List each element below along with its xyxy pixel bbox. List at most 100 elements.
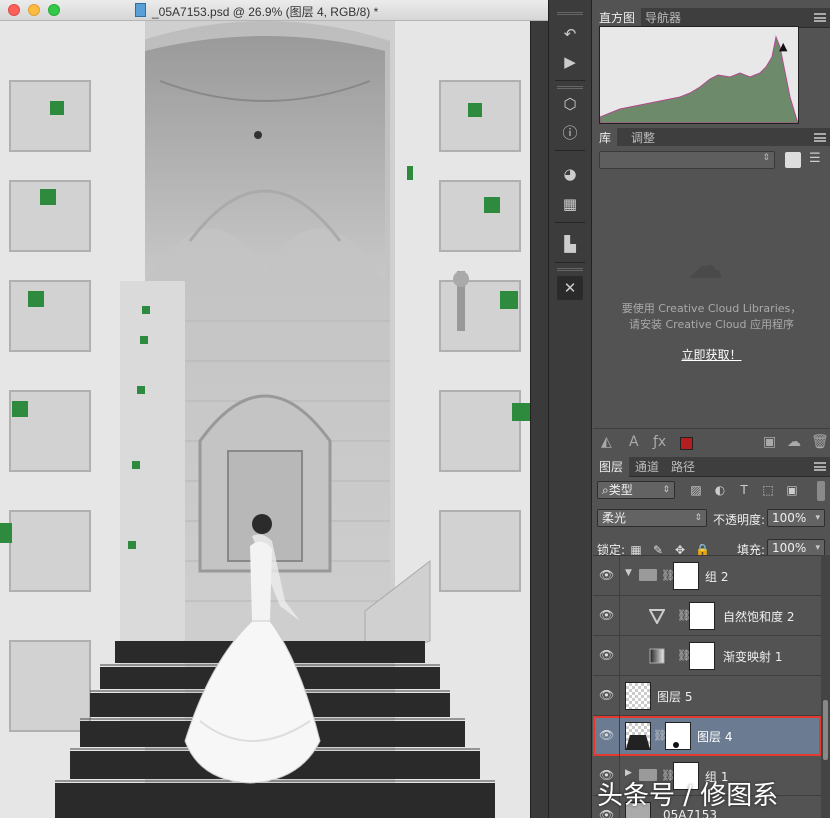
palette-icon[interactable]: ◕ (557, 162, 583, 186)
chevron-down-icon: ▾ (815, 513, 820, 523)
photo-canvas[interactable] (0, 21, 530, 818)
search-icon: ⌕ (602, 483, 609, 497)
filter-adjustment-icon[interactable]: ◐ (713, 483, 727, 497)
histogram-graph (599, 26, 799, 124)
grid-swatches-icon[interactable]: ▦ (557, 192, 583, 216)
dock-grip[interactable] (557, 12, 583, 15)
grid-view-icon[interactable] (785, 152, 801, 168)
dock-grip[interactable] (557, 86, 583, 89)
library-body: ⇕ ☰ ☁ 要使用 Creative Cloud Libraries， 请安装 … (593, 146, 830, 428)
tools-crossed-icon[interactable]: ✕ (557, 276, 583, 300)
visibility-eye-icon[interactable]: 👁 (599, 689, 614, 701)
chevron-down-icon: ▾ (815, 543, 820, 553)
layer-filter-label: 类型 (608, 483, 633, 497)
mask-thumbnail[interactable] (673, 562, 699, 590)
title-bar: _05A7153.psd @ 26.9% (图层 4, RGB/8) * (0, 0, 548, 21)
watermark-text: 头条号 / 修图系 (597, 781, 779, 811)
tab-paths[interactable]: 路径 (665, 457, 701, 477)
filter-toggle[interactable] (817, 481, 825, 501)
creative-cloud-icon: ☁ (687, 246, 723, 287)
vibrance-adjustment-icon (648, 608, 673, 632)
opacity-field[interactable]: 100% ▾ (767, 509, 825, 527)
filter-shape-icon[interactable]: ⬚ (761, 483, 775, 497)
stock-icon[interactable]: ▣ (763, 434, 776, 450)
expand-triangle-icon[interactable]: ▼ (625, 568, 632, 578)
trash-icon[interactable]: 🗑 (811, 434, 829, 450)
layers-panel-menu-icon[interactable] (814, 462, 826, 471)
cc-message-line2: 请安装 Creative Cloud 应用程序 (628, 318, 795, 331)
layer-row-layer4[interactable]: 👁 ⛓ 图层 4 (593, 716, 821, 756)
mask-thumbnail[interactable] (689, 642, 715, 670)
add-text-icon[interactable]: A (629, 434, 639, 450)
layer-name: 图层 5 (657, 690, 693, 704)
minimize-window-button[interactable] (28, 4, 40, 16)
layers-scrollbar[interactable] (821, 555, 830, 818)
layer-row-group2[interactable]: 👁 ▼ ⛓ 组 2 (593, 556, 821, 596)
library-tabbar: 库 调整 (593, 128, 830, 148)
document-window: _05A7153.psd @ 26.9% (图层 4, RGB/8) * (0, 0, 548, 818)
wedding-photo (0, 21, 530, 818)
cc-message-line1: 要使用 Creative Cloud Libraries， (621, 302, 802, 315)
photoshop-window: _05A7153.psd @ 26.9% (图层 4, RGB/8) * ↶ ▶… (0, 0, 830, 818)
layers-tabbar: 图层 通道 路径 (593, 457, 830, 477)
histogram-panel-menu-icon[interactable] (814, 13, 826, 22)
blend-mode-select[interactable]: 柔光 ⇕ (597, 509, 707, 527)
cc-sync-icon[interactable]: ☁ (787, 434, 801, 450)
layers-scrollbar-thumb[interactable] (823, 700, 828, 760)
visibility-eye-icon[interactable]: 👁 (599, 649, 614, 661)
filter-smart-object-icon[interactable]: ▣ (785, 483, 799, 497)
visibility-eye-icon[interactable]: 👁 (599, 609, 614, 621)
canvas-scrollbar[interactable] (530, 21, 548, 818)
histogram-tabbar: 直方图 导航器 (593, 8, 830, 28)
tab-histogram[interactable]: 直方图 (593, 8, 642, 28)
tab-navigator[interactable]: 导航器 (639, 8, 687, 28)
cache-warning-icon[interactable]: ▲ (779, 40, 787, 53)
tab-libraries[interactable]: 库 (593, 128, 618, 148)
layer-row-vibrance[interactable]: 👁 ⛓ 自然饱和度 2 (593, 596, 821, 636)
chevron-updown-icon: ⇕ (694, 513, 702, 523)
visibility-eye-icon[interactable]: 👁 (599, 729, 614, 741)
get-it-now-link[interactable]: 立即获取！ (593, 346, 830, 363)
tab-adjustments[interactable]: 调整 (625, 128, 661, 148)
add-graphic-icon[interactable]: ◭ (601, 434, 612, 450)
3d-cube-icon[interactable]: ⬡ (557, 92, 583, 116)
library-footer: ◭ A ƒx ▣ ☁ 🗑 (593, 428, 830, 454)
fill-value: 100% (772, 541, 807, 555)
mask-thumbnail[interactable] (665, 722, 691, 750)
add-fx-icon[interactable]: ƒx (653, 434, 666, 450)
gradient-map-icon (649, 648, 673, 672)
info-icon[interactable]: ⓘ (557, 120, 583, 144)
library-panel-menu-icon[interactable] (814, 133, 826, 142)
add-color-swatch[interactable] (680, 437, 693, 450)
filter-type-icon[interactable]: T (737, 483, 751, 497)
layer-thumbnail[interactable] (625, 682, 651, 710)
document-title: _05A7153.psd @ 26.9% (图层 4, RGB/8) * (152, 5, 379, 19)
psd-file-icon (135, 3, 146, 17)
dock-grip[interactable] (557, 268, 583, 271)
layer-name: 图层 4 (697, 730, 733, 744)
tab-channels[interactable]: 通道 (629, 457, 665, 477)
layer-name: 组 2 (705, 570, 729, 584)
layer-thumbnail[interactable] (625, 722, 651, 750)
histogram-curve (599, 35, 799, 124)
mask-thumbnail[interactable] (689, 602, 715, 630)
history-brush-icon[interactable]: ↶ (557, 22, 583, 46)
panels-column: 直方图 导航器 ▲ 库 调整 ⇕ ☰ ☁ 要使用 Creative Cloud … (593, 0, 830, 818)
layer-name: 渐变映射 1 (723, 650, 783, 664)
layer-filter-select[interactable]: ⌕类型 ⇕ (597, 481, 675, 499)
panel-dock-strip: ↶ ▶ ⬡ ⓘ ◕ ▦ ▙ ✕ (548, 0, 592, 818)
layer-row-gradient-map[interactable]: 👁 ⛓ 渐变映射 1 (593, 636, 821, 676)
tab-layers[interactable]: 图层 (593, 457, 630, 477)
folder-icon (639, 569, 657, 581)
library-select[interactable]: ⇕ (599, 151, 775, 169)
visibility-eye-icon[interactable]: 👁 (599, 569, 614, 581)
chevron-updown-icon: ⇕ (662, 485, 670, 495)
close-window-button[interactable] (8, 4, 20, 16)
clone-source-icon[interactable]: ▙ (557, 232, 583, 256)
filter-pixel-icon[interactable]: ▨ (689, 483, 703, 497)
maximize-window-button[interactable] (48, 4, 60, 16)
layer-row-layer5[interactable]: 👁 图层 5 (593, 676, 821, 716)
chevron-updown-icon: ⇕ (762, 153, 770, 163)
play-actions-icon[interactable]: ▶ (557, 50, 583, 74)
list-view-icon[interactable]: ☰ (809, 152, 823, 166)
